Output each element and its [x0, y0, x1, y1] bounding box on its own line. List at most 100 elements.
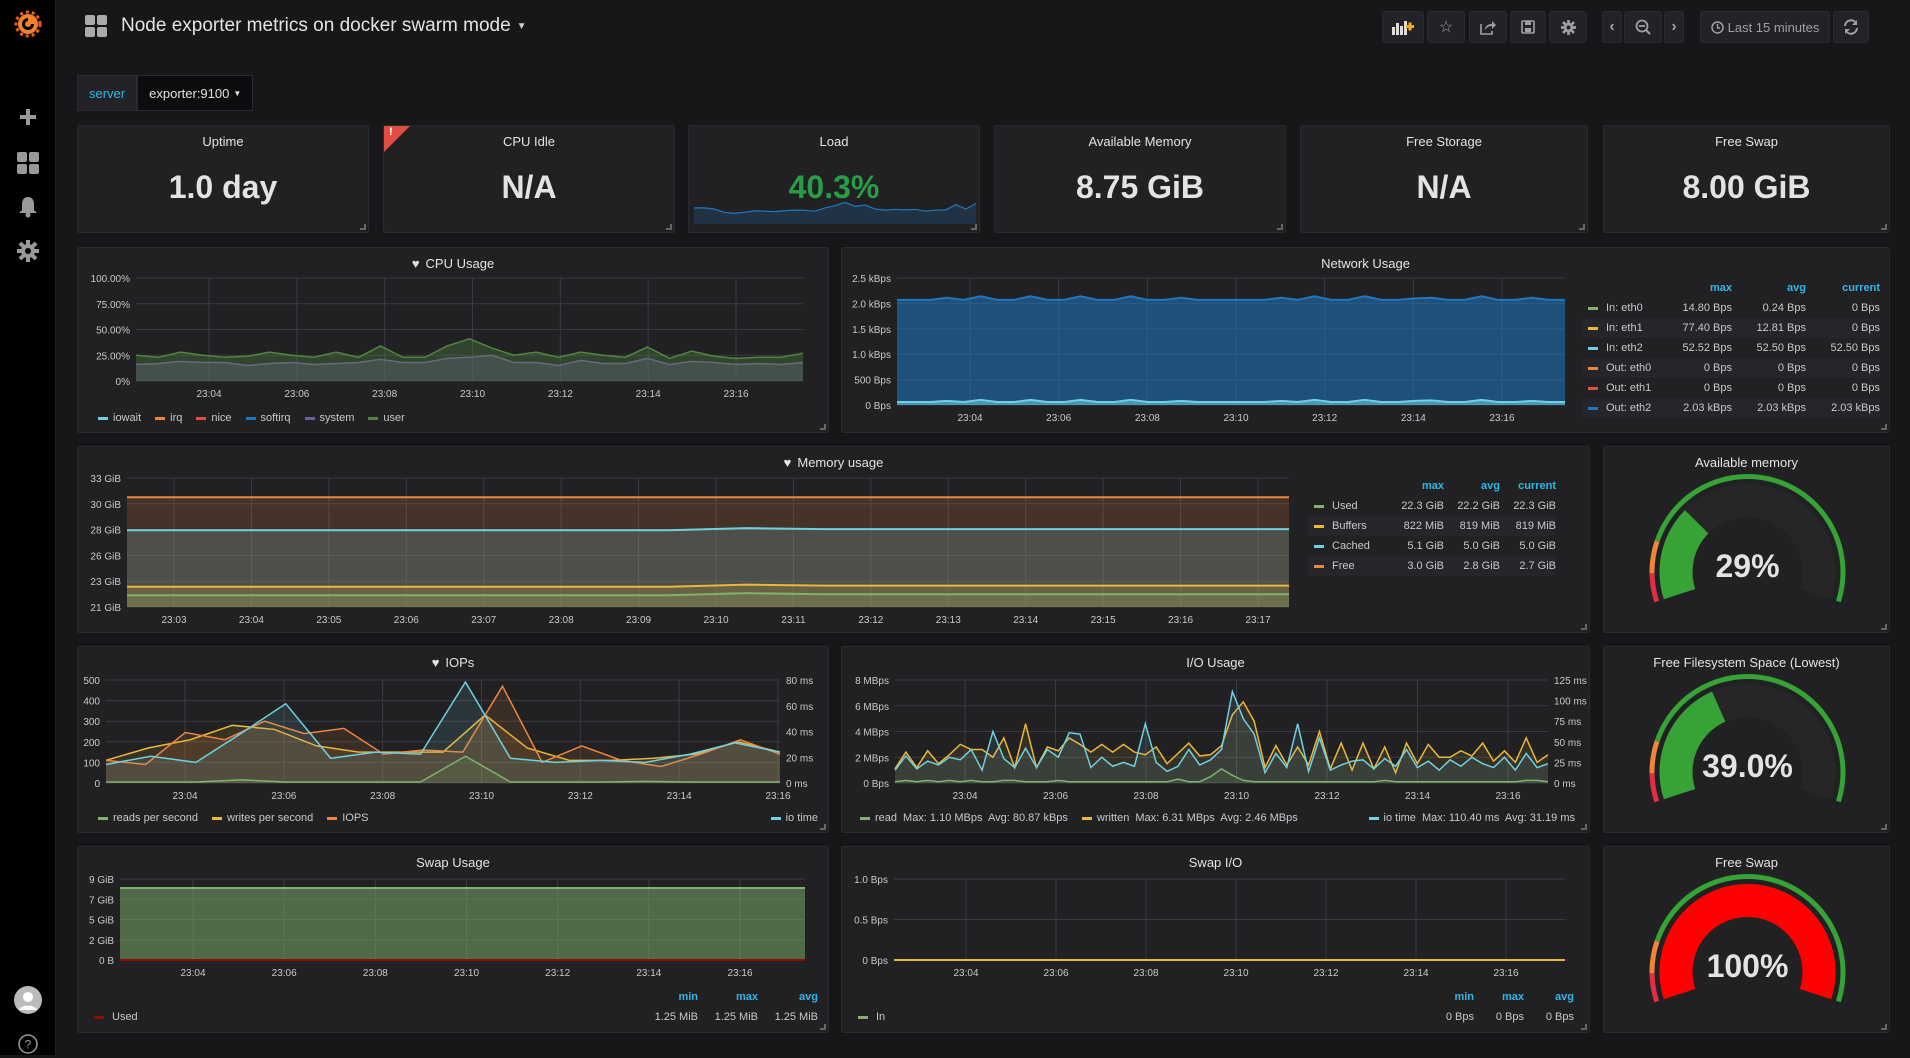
legend-item[interactable]: irq: [155, 412, 182, 424]
resize-handle[interactable]: [1277, 224, 1283, 230]
alert-corner-icon[interactable]: [384, 126, 410, 152]
legend-header-max[interactable]: max: [698, 991, 758, 1003]
star-button[interactable]: ☆: [1427, 11, 1465, 43]
legend-header-current[interactable]: current: [1806, 282, 1880, 294]
resize-handle[interactable]: [1881, 424, 1887, 430]
legend-label: In: eth2: [1606, 342, 1643, 354]
refresh-button[interactable]: [1833, 11, 1869, 43]
memory-usage-chart[interactable]: 33 GiB30 GiB28 GiB26 GiB23 GiB21 GiB23:0…: [78, 447, 1298, 633]
resize-handle[interactable]: [1881, 824, 1887, 830]
grafana-logo-icon[interactable]: [14, 10, 42, 38]
threshold-red: [1650, 973, 1660, 1002]
resize-handle[interactable]: [1581, 624, 1587, 630]
legend-row[interactable]: Free3.0 GiB2.8 GiB2.7 GiB: [1308, 556, 1556, 576]
legend-swatch: [1082, 817, 1092, 820]
zoom-out-button[interactable]: [1624, 11, 1662, 43]
legend-row[interactable]: In: eth014.80 Bps0.24 Bps0 Bps: [1582, 298, 1880, 318]
legend-item[interactable]: io timeMax: 110.40 ms Avg: 31.19 ms: [1369, 812, 1575, 824]
series-line-out-eth2[interactable]: [897, 296, 1565, 300]
dashboards-icon[interactable]: [14, 149, 42, 177]
legend-item[interactable]: iowait: [98, 412, 141, 424]
network-usage-chart[interactable]: 2.5 kBps2.0 kBps1.5 kBps1.0 kBps500 Bps0…: [842, 248, 1602, 433]
resize-handle[interactable]: [820, 824, 826, 830]
legend-row[interactable]: Used22.3 GiB22.2 GiB22.3 GiB: [1308, 496, 1556, 516]
bell-icon[interactable]: [14, 193, 42, 221]
series-area-out-eth2: [897, 296, 1565, 405]
legend-value-avg: 1.25 MiB: [758, 1011, 818, 1023]
legend-item[interactable]: io time: [771, 812, 818, 824]
gear-icon[interactable]: [14, 237, 42, 265]
legend-item[interactable]: user: [368, 412, 404, 424]
io-usage-chart[interactable]: 8 MBps6 MBps4 MBps2 MBps0 Bps125 ms100 m…: [842, 647, 1590, 833]
legend-row[interactable]: Used1.25 MiB1.25 MiB1.25 MiB: [88, 1007, 818, 1027]
legend-row[interactable]: Buffers822 MiB819 MiB819 MiB: [1308, 516, 1556, 536]
stat-panel: Available Memory8.75 GiB: [994, 125, 1286, 233]
stat-title[interactable]: Load: [689, 134, 979, 149]
legend-header-max[interactable]: max: [1672, 282, 1732, 294]
help-icon[interactable]: ?: [14, 1030, 42, 1058]
legend-header-min[interactable]: min: [1424, 991, 1474, 1003]
legend-item[interactable]: nice: [196, 412, 231, 424]
stat-title[interactable]: Free Swap: [1604, 134, 1889, 149]
resize-handle[interactable]: [971, 224, 977, 230]
legend-item[interactable]: softirq: [246, 412, 291, 424]
plus-icon[interactable]: [14, 103, 42, 131]
resize-handle[interactable]: [1581, 1024, 1587, 1030]
cpu-usage-chart[interactable]: 100.00%75.00%50.00%25.00%0%23:0423:0623:…: [78, 248, 829, 433]
legend-swatch: [98, 817, 108, 820]
resize-handle[interactable]: [820, 1024, 826, 1030]
resize-handle[interactable]: [1881, 224, 1887, 230]
resize-handle[interactable]: [360, 224, 366, 230]
stat-title[interactable]: Free Storage: [1301, 134, 1587, 149]
legend-row[interactable]: In0 Bps0 Bps0 Bps: [852, 1007, 1574, 1027]
legend-row[interactable]: Out: eth22.03 kBps2.03 kBps2.03 kBps: [1582, 398, 1880, 418]
resize-handle[interactable]: [666, 224, 672, 230]
legend-item[interactable]: writtenMax: 6.31 MBps Avg: 2.46 MBps: [1082, 812, 1298, 824]
x-tick-label: 23:16: [1495, 791, 1520, 802]
resize-handle[interactable]: [1579, 224, 1585, 230]
legend-item[interactable]: IOPS: [327, 812, 368, 824]
legend-header-max[interactable]: max: [1388, 480, 1444, 492]
resize-handle[interactable]: [1581, 824, 1587, 830]
stat-title[interactable]: Available Memory: [995, 134, 1285, 149]
save-button[interactable]: [1510, 11, 1546, 43]
legend-item[interactable]: readMax: 1.10 MBps Avg: 80.87 kBps: [860, 812, 1068, 824]
stat-title[interactable]: Uptime: [78, 134, 368, 149]
legend-row[interactable]: In: eth252.52 Bps52.50 Bps52.50 Bps: [1582, 338, 1880, 358]
time-picker-button[interactable]: Last 15 minutes: [1700, 11, 1830, 43]
time-forward-button[interactable]: ›: [1664, 11, 1684, 43]
legend-header-max[interactable]: max: [1474, 991, 1524, 1003]
threshold-orange: [1650, 541, 1660, 574]
share-button[interactable]: [1469, 11, 1507, 43]
legend-item[interactable]: writes per second: [212, 812, 313, 824]
time-back-button[interactable]: ‹: [1602, 11, 1622, 43]
avatar-icon[interactable]: [14, 986, 42, 1014]
stat-panel: CPU IdleN/A!: [383, 125, 675, 233]
legend-item[interactable]: reads per second: [98, 812, 198, 824]
legend-row[interactable]: In: eth177.40 Bps12.81 Bps0 Bps: [1582, 318, 1880, 338]
resize-handle[interactable]: [1881, 1024, 1887, 1030]
stat-title[interactable]: CPU Idle: [384, 134, 674, 149]
legend-header-current[interactable]: current: [1500, 480, 1556, 492]
iops-chart[interactable]: 500400300200100080 ms60 ms40 ms20 ms0 ms…: [78, 647, 829, 833]
x-tick-label: 23:16: [1168, 615, 1193, 626]
legend-item[interactable]: system: [305, 412, 355, 424]
resize-handle[interactable]: [820, 424, 826, 430]
gear-icon: [1561, 20, 1576, 35]
legend-row[interactable]: Out: eth10 Bps0 Bps0 Bps: [1582, 378, 1880, 398]
dashboard-title[interactable]: Node exporter metrics on docker swarm mo…: [85, 15, 527, 37]
legend-header-min[interactable]: min: [638, 991, 698, 1003]
variable-select-server[interactable]: exporter:9100 ▼: [137, 75, 253, 111]
legend-swatch: [1588, 367, 1598, 370]
legend-header-avg[interactable]: avg: [1444, 480, 1500, 492]
add-panel-button[interactable]: [1382, 11, 1424, 43]
legend-row[interactable]: Cached5.1 GiB5.0 GiB5.0 GiB: [1308, 536, 1556, 556]
legend-series: Cached: [1308, 540, 1388, 552]
legend-swatch: [858, 1016, 868, 1019]
settings-button[interactable]: [1549, 11, 1587, 43]
resize-handle[interactable]: [1881, 624, 1887, 630]
legend-row[interactable]: Out: eth00 Bps0 Bps0 Bps: [1582, 358, 1880, 378]
legend-header-avg[interactable]: avg: [1524, 991, 1574, 1003]
legend-header-avg[interactable]: avg: [1732, 282, 1806, 294]
legend-header-avg[interactable]: avg: [758, 991, 818, 1003]
